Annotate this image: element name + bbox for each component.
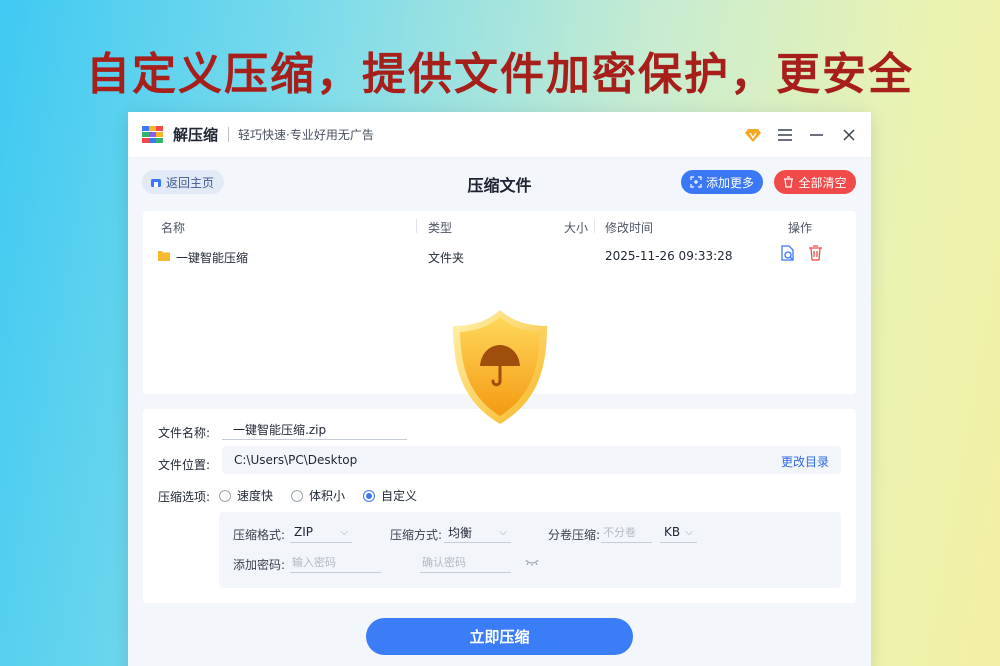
header-actions: 操作 <box>788 221 813 235</box>
split-unit-select[interactable]: KB ⌵ <box>660 522 697 543</box>
menu-icon[interactable] <box>776 126 793 143</box>
method-label: 压缩方式: <box>390 528 443 542</box>
location-field: C:\Users\PC\Desktop 更改目录 <box>222 446 841 474</box>
column-divider <box>416 219 417 233</box>
radio-speed[interactable]: 速度快 <box>219 487 273 504</box>
preview-file-icon[interactable] <box>779 245 796 262</box>
row-actions <box>779 245 823 262</box>
row-name: 一键智能压缩 <box>176 251 249 265</box>
chevron-down-icon: ⌵ <box>340 526 348 538</box>
radio-size[interactable]: 体积小 <box>291 487 345 504</box>
header-type: 类型 <box>428 221 453 235</box>
method-select[interactable]: 均衡 ⌵ <box>444 522 511 543</box>
chevron-down-icon: ⌵ <box>499 526 507 538</box>
app-logo-icon <box>142 125 163 143</box>
chevron-down-icon: ⌵ <box>685 526 693 538</box>
app-slogan: 轻巧快速·专业好用无广告 <box>238 128 374 142</box>
table-header: 名称 类型 大小 修改时间 操作 <box>143 211 856 241</box>
filename-input[interactable] <box>222 420 407 440</box>
title-divider <box>228 127 230 142</box>
header-size: 大小 <box>564 221 589 235</box>
row-type: 文件夹 <box>428 251 465 265</box>
format-value: ZIP <box>294 525 313 539</box>
compress-options-panel: 文件名称: 文件位置: C:\Users\PC\Desktop 更改目录 压缩选… <box>143 409 856 603</box>
folder-icon <box>158 251 170 261</box>
radio-custom[interactable]: 自定义 <box>363 487 417 504</box>
promo-headline: 自定义压缩，提供文件加密保护，更安全 <box>86 49 914 100</box>
confirm-password-input[interactable] <box>420 552 511 573</box>
mode-radio-group: 速度快 体积小 自定义 <box>219 487 417 504</box>
add-files-icon <box>690 176 702 188</box>
password-input[interactable] <box>290 552 381 573</box>
vip-diamond-icon[interactable] <box>744 126 761 143</box>
compress-now-button[interactable]: 立即压缩 <box>366 618 633 655</box>
back-home-button[interactable]: 返回主页 <box>142 170 225 194</box>
toolbar: 返回主页 压缩文件 添加更多 全部清空 <box>128 158 871 208</box>
location-path: C:\Users\PC\Desktop <box>234 453 358 467</box>
split-unit-value: KB <box>664 525 681 539</box>
location-label: 文件位置: <box>158 458 211 472</box>
radio-label: 体积小 <box>309 489 346 503</box>
minimize-icon[interactable] <box>808 126 825 143</box>
clear-all-label: 全部清空 <box>798 175 847 190</box>
radio-dot <box>291 489 304 502</box>
title-bar: 解压缩 轻巧快速·专业好用无广告 <box>128 112 871 158</box>
table-row[interactable]: 一键智能压缩 文件夹 2025-11-26 09:33:28 <box>143 241 856 271</box>
radio-label: 速度快 <box>237 489 274 503</box>
eye-closed-icon[interactable] <box>525 559 539 567</box>
radio-dot-checked <box>363 489 376 502</box>
format-label: 压缩格式: <box>233 528 286 542</box>
back-home-label: 返回主页 <box>166 175 215 190</box>
change-dir-link[interactable]: 更改目录 <box>781 453 829 470</box>
home-icon <box>151 179 161 187</box>
row-modified: 2025-11-26 09:33:28 <box>605 249 733 263</box>
header-name: 名称 <box>161 221 186 235</box>
shield-umbrella-icon <box>453 310 547 424</box>
add-more-label: 添加更多 <box>705 175 754 190</box>
close-icon[interactable] <box>840 126 857 143</box>
app-name: 解压缩 <box>173 126 219 144</box>
window-controls <box>744 126 857 143</box>
password-label: 添加密码: <box>233 558 286 572</box>
radio-dot <box>219 489 231 502</box>
filename-label: 文件名称: <box>158 426 211 440</box>
radio-label: 自定义 <box>381 489 418 503</box>
format-select[interactable]: ZIP ⌵ <box>290 522 352 543</box>
header-modified: 修改时间 <box>605 221 654 235</box>
mode-label: 压缩选项: <box>158 490 211 504</box>
split-size-input[interactable] <box>601 522 652 543</box>
clear-all-button[interactable]: 全部清空 <box>774 170 856 194</box>
method-value: 均衡 <box>448 525 473 540</box>
split-label: 分卷压缩: <box>548 528 601 542</box>
add-more-button[interactable]: 添加更多 <box>681 170 763 194</box>
column-divider <box>594 219 595 233</box>
delete-icon[interactable] <box>808 245 823 261</box>
advanced-options: 压缩格式: ZIP ⌵ 压缩方式: 均衡 ⌵ 分卷压缩: KB ⌵ 添加密码: <box>219 512 841 588</box>
trash-icon <box>784 176 794 188</box>
